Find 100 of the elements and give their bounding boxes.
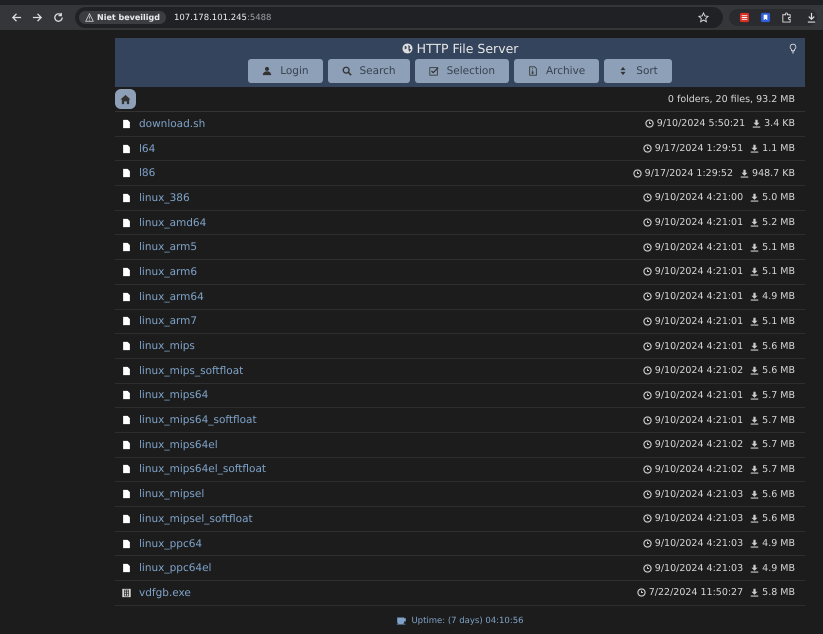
file-icon	[122, 144, 131, 154]
file-link[interactable]: linux_mipsel	[139, 488, 204, 500]
file-icon	[122, 118, 131, 129]
file-link[interactable]: linux_arm7	[139, 315, 198, 328]
file-link[interactable]: linux_ppc64el	[139, 562, 212, 574]
modified-date: 9/10/2024 4:21:03	[654, 488, 744, 500]
clock-icon	[642, 342, 652, 351]
download-icon	[750, 564, 760, 573]
home-button[interactable]	[115, 89, 136, 109]
toolbar-button[interactable]: Selection	[414, 59, 509, 83]
file-icon	[122, 316, 131, 326]
modified-date: 9/10/2024 4:21:02	[654, 439, 744, 450]
clock-icon	[636, 588, 646, 598]
file-link[interactable]: l64	[139, 142, 156, 155]
file-size: 5.6 MB	[762, 513, 795, 524]
security-chip[interactable]: Niet beveiligd	[79, 11, 166, 24]
back-icon[interactable]	[11, 12, 22, 23]
modified-date: 9/10/2024 4:21:03	[654, 538, 744, 550]
bookmark-extension-icon[interactable]	[760, 12, 771, 23]
modified-date: 9/10/2024 4:21:01	[654, 266, 744, 278]
file-link[interactable]: linux_arm64	[139, 290, 204, 303]
download-icon	[750, 440, 760, 450]
coffee-cup-icon	[396, 616, 408, 625]
download-icon[interactable]	[806, 12, 817, 23]
file-icon	[122, 563, 131, 574]
reload-icon[interactable]	[53, 12, 64, 23]
toolbar-button[interactable]: Search	[328, 59, 410, 83]
modified-date: 9/10/2024 4:21:01	[654, 414, 744, 426]
file-link[interactable]: linux_amd64	[139, 216, 206, 229]
file-link[interactable]: linux_386	[139, 192, 190, 204]
file-icon	[122, 341, 131, 352]
file-link[interactable]: linux_mips64_softfloat	[139, 414, 257, 426]
file-size: 5.6 MB	[762, 340, 795, 352]
file-link[interactable]: l86	[139, 167, 156, 180]
modified-date: 9/10/2024 4:21:01	[654, 291, 744, 302]
download-icon	[752, 119, 762, 128]
file-icon	[122, 415, 131, 426]
puzzle-icon[interactable]	[781, 12, 792, 23]
file-icon	[122, 489, 131, 500]
file-link[interactable]: linux_ppc64	[139, 538, 202, 550]
star-icon[interactable]	[698, 12, 709, 23]
toolbar-button[interactable]: Login	[248, 59, 323, 83]
file-link[interactable]: linux_arm5	[139, 241, 198, 254]
extension-icon[interactable]	[739, 12, 750, 23]
file-size: 3.4 KB	[764, 118, 795, 130]
url-text: 107.178.101.245:5488	[174, 12, 272, 22]
forward-icon[interactable]	[32, 12, 43, 23]
file-link[interactable]: linux_mips64el_softfloat	[139, 463, 266, 476]
clock-icon	[642, 267, 652, 276]
file-icon	[122, 218, 131, 228]
clock-icon	[642, 292, 652, 302]
file-size: 1.1 MB	[762, 143, 795, 154]
download-icon	[750, 416, 760, 425]
toolbar-button[interactable]: Archive	[514, 59, 600, 83]
clock-icon	[644, 119, 654, 128]
modified-date: 9/17/2024 1:29:52	[644, 168, 734, 179]
file-size: 5.6 MB	[762, 488, 795, 500]
modified-date: 9/10/2024 4:21:01	[654, 340, 744, 352]
clock-icon	[642, 316, 652, 326]
download-icon	[750, 193, 760, 202]
download-icon	[750, 490, 760, 499]
modified-date: 9/17/2024 1:29:51	[654, 143, 744, 154]
file-link[interactable]: linux_arm6	[139, 266, 198, 278]
checkbox-icon	[428, 66, 439, 76]
clock-icon	[642, 539, 652, 548]
executable-file-icon	[122, 588, 131, 598]
lightbulb-icon[interactable]	[789, 43, 797, 55]
file-icon	[122, 514, 131, 524]
folder-summary: 0 folders, 20 files, 93.2 MB	[668, 94, 795, 104]
clock-icon	[642, 390, 652, 400]
file-link[interactable]: linux_mipsel_softfloat	[139, 512, 253, 525]
file-link[interactable]: download.sh	[139, 118, 206, 130]
modified-date: 9/10/2024 4:21:01	[654, 390, 744, 401]
file-link[interactable]: vdfgb.exe	[139, 586, 191, 599]
file-icon	[122, 192, 131, 203]
modified-date: 9/10/2024 4:21:02	[654, 464, 744, 475]
download-icon	[750, 267, 760, 276]
file-icon	[122, 390, 131, 400]
clock-icon	[642, 193, 652, 202]
download-icon	[750, 292, 760, 302]
clock-icon	[642, 242, 652, 252]
download-icon	[750, 342, 760, 351]
file-link[interactable]: linux_mips64	[139, 389, 208, 402]
search-icon	[342, 66, 352, 76]
toolbar-button[interactable]: Sort	[604, 59, 672, 83]
file-size: 5.0 MB	[762, 192, 795, 204]
file-link[interactable]: linux_mips	[139, 340, 195, 352]
modified-date: 9/10/2024 4:21:01	[654, 217, 744, 228]
download-icon	[750, 316, 760, 326]
download-icon	[750, 144, 760, 154]
file-icon	[122, 440, 131, 450]
download-icon	[750, 588, 760, 598]
file-link[interactable]: linux_mips64el	[139, 438, 218, 451]
file-size: 5.7 MB	[762, 390, 795, 401]
file-size: 5.7 MB	[762, 414, 795, 426]
clock-icon	[642, 144, 652, 154]
file-link[interactable]: linux_mips_softfloat	[139, 364, 244, 377]
file-size: 5.1 MB	[762, 266, 795, 278]
address-bar[interactable]: Niet beveiligd 107.178.101.245:5488	[75, 7, 723, 28]
file-icon	[122, 366, 131, 376]
